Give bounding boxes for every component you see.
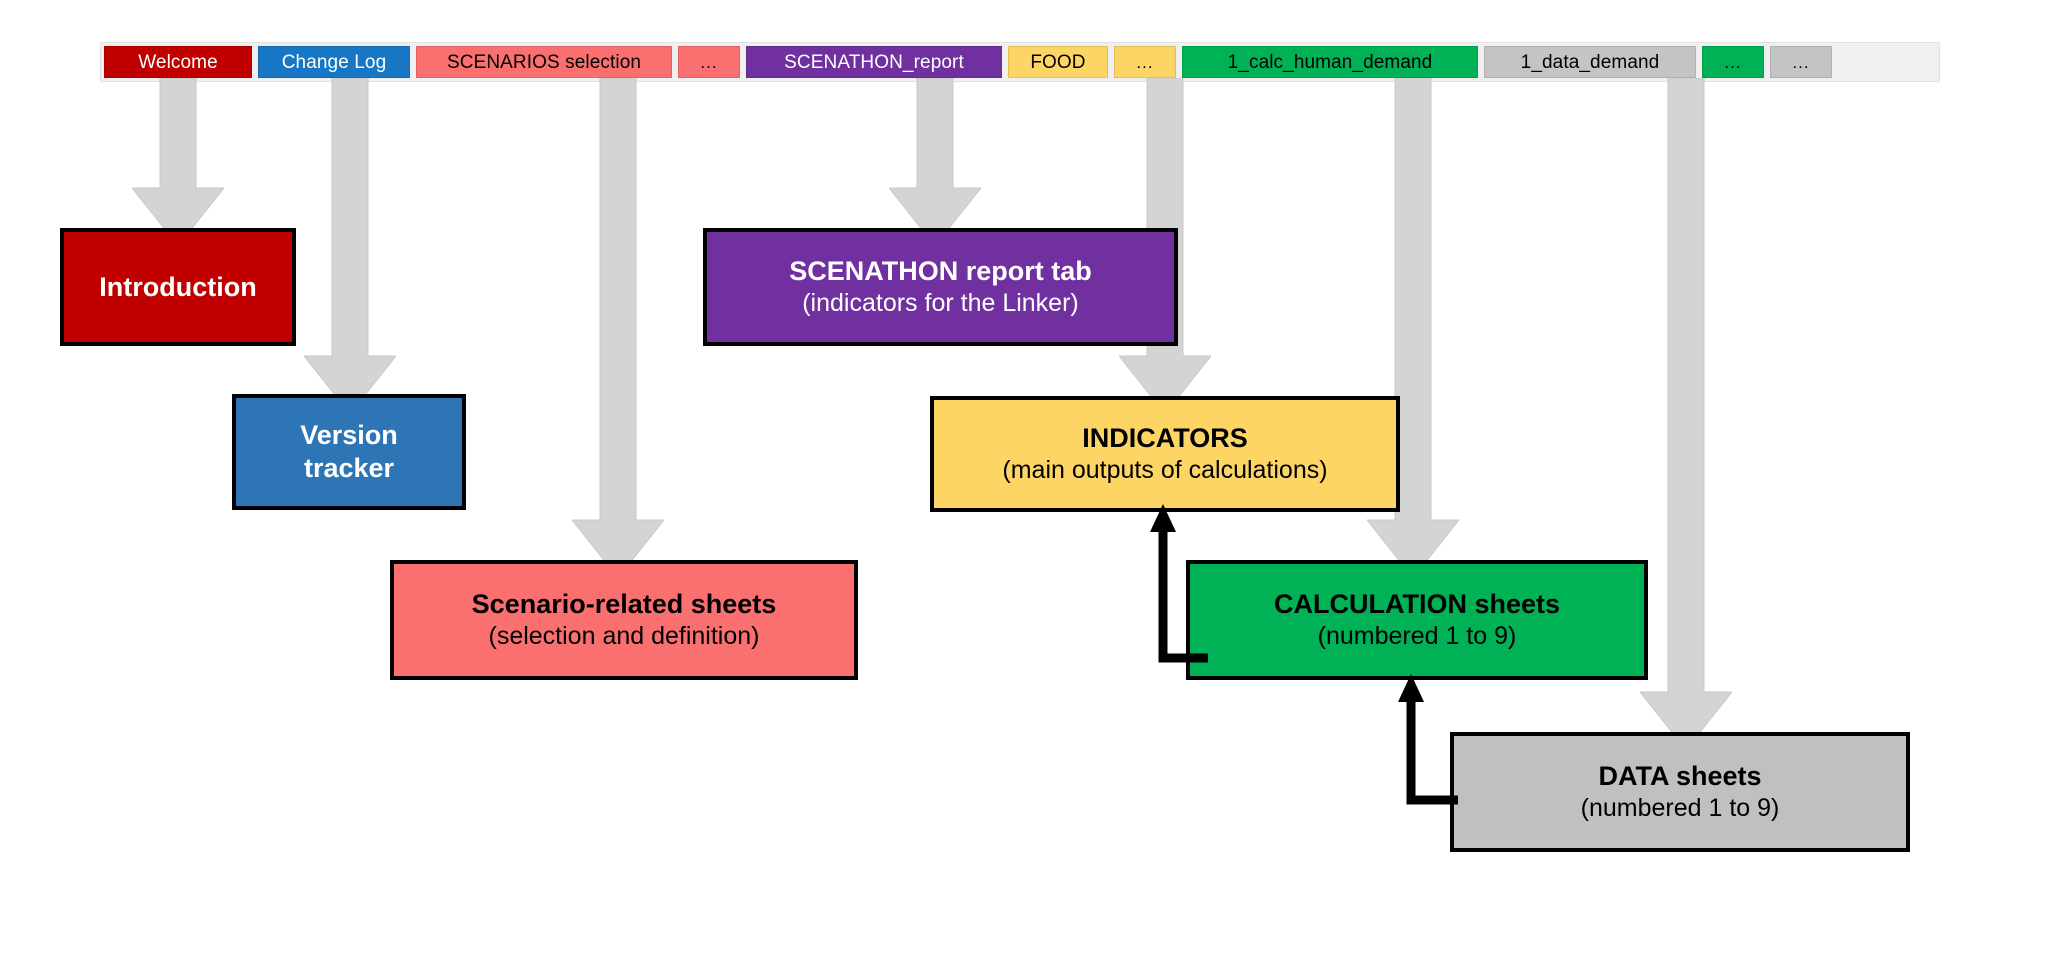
sheet-tab-data-more[interactable]: ... [1770, 46, 1832, 78]
connector-calculation-to-indicators [1148, 498, 1208, 668]
data-sheets-box: DATA sheets (numbered 1 to 9) [1450, 732, 1910, 852]
sheet-tab-1-calc-human-demand[interactable]: 1_calc_human_demand [1182, 46, 1478, 78]
arrow-scenarios-to-scenario-sheets [572, 78, 664, 580]
introduction-box-title: Introduction [99, 271, 257, 302]
data-sheets-box-subtitle: (numbered 1 to 9) [1580, 794, 1780, 823]
scenario-related-sheets-box-subtitle: (selection and definition) [488, 622, 760, 651]
scenario-related-sheets-box: Scenario-related sheets (selection and d… [390, 560, 858, 680]
arrow-change-log-to-version-tracker [304, 78, 396, 416]
sheet-tab-label: ... [1136, 53, 1154, 72]
scenathon-report-box-subtitle: (indicators for the Linker) [802, 289, 1079, 318]
scenathon-report-box-title: SCENATHON report tab [789, 256, 1092, 287]
sheet-tab-label: SCENARIOS selection [446, 52, 642, 73]
connector-data-to-calculation [1396, 668, 1458, 810]
sheet-tab-1-data-demand[interactable]: 1_data_demand [1484, 46, 1696, 78]
sheet-tab-label: Change Log [281, 52, 387, 73]
sheet-tab-scenarios-selection[interactable]: SCENARIOS selection [416, 46, 672, 78]
introduction-box: Introduction [60, 228, 296, 346]
indicators-box-subtitle: (main outputs of calculations) [1002, 456, 1328, 485]
indicators-box-title: INDICATORS [1082, 423, 1248, 454]
arrow-scenathon-report-to-report-box [889, 78, 981, 248]
calculation-sheets-box: CALCULATION sheets (numbered 1 to 9) [1186, 560, 1648, 680]
sheet-tab-label: 1_calc_human_demand [1227, 52, 1433, 73]
sheet-tab-label: FOOD [1030, 52, 1086, 73]
sheet-tab-calc-more[interactable]: ... [1702, 46, 1764, 78]
sheet-tab-label: 1_data_demand [1520, 52, 1660, 73]
sheet-tab-food[interactable]: FOOD [1008, 46, 1108, 78]
version-tracker-box: Version tracker [232, 394, 466, 510]
scenario-related-sheets-box-title: Scenario-related sheets [471, 589, 777, 620]
sheet-tab-change-log[interactable]: Change Log [258, 46, 410, 78]
calculation-sheets-box-title: CALCULATION sheets [1273, 589, 1561, 620]
diagram-canvas: Welcome Change Log SCENARIOS selection .… [0, 0, 2048, 956]
data-sheets-box-title: DATA sheets [1598, 761, 1762, 792]
arrow-data-demand-to-data-sheets [1640, 78, 1732, 752]
sheet-tab-label: Welcome [138, 52, 218, 73]
sheet-tab-label: ... [1724, 53, 1742, 72]
sheet-tab-scenathon-report[interactable]: SCENATHON_report [746, 46, 1002, 78]
sheet-tab-scenarios-more[interactable]: ... [678, 46, 740, 78]
sheet-tab-label: SCENATHON_report [784, 52, 964, 73]
scenathon-report-box: SCENATHON report tab (indicators for the… [703, 228, 1178, 346]
version-tracker-box-title: Version [300, 420, 398, 451]
excel-sheet-tab-strip: Welcome Change Log SCENARIOS selection .… [100, 42, 1940, 82]
arrow-welcome-to-introduction [132, 78, 224, 248]
sheet-tab-label: ... [1792, 53, 1810, 72]
version-tracker-box-title-line2: tracker [303, 453, 395, 483]
sheet-tab-welcome[interactable]: Welcome [104, 46, 252, 78]
calculation-sheets-box-subtitle: (numbered 1 to 9) [1317, 622, 1517, 651]
sheet-tab-label: ... [700, 53, 718, 72]
indicators-box: INDICATORS (main outputs of calculations… [930, 396, 1400, 512]
sheet-tab-indicators-more[interactable]: ... [1114, 46, 1176, 78]
